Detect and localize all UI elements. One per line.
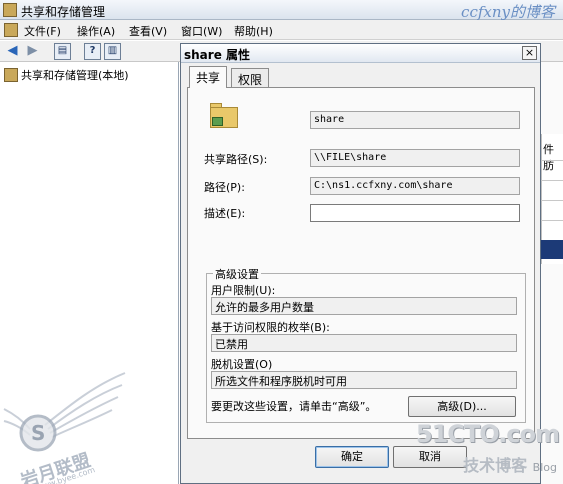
window-title: 共享和存储管理 [21, 5, 106, 19]
blog-label-cn: 技术博客 [463, 456, 528, 475]
menu-file[interactable]: 文件(F) [24, 23, 61, 39]
offline-value: 所选文件和程序脱机时可用 [211, 371, 517, 389]
app-icon [3, 3, 17, 17]
ok-button[interactable]: 确定 [315, 446, 389, 468]
results-row-divider [541, 220, 563, 221]
action-pane-icon[interactable]: ▥ [104, 43, 121, 60]
path-field: C:\ns1.ccfxny.com\share [310, 177, 520, 195]
results-row-divider [541, 180, 563, 181]
advanced-button[interactable]: 高级(D)... [408, 396, 516, 417]
share-name-field: share [310, 111, 520, 129]
path-label: 路径(P): [204, 181, 245, 194]
menu-bar: 文件(F) 操作(A) 查看(V) 窗口(W) 帮助(H) [0, 20, 563, 40]
offline-label: 脱机设置(O) [211, 358, 273, 371]
arrow-right-icon[interactable]: ▶ [24, 43, 41, 60]
arrow-left-icon[interactable]: ◀ [4, 43, 21, 60]
blog-label-en: Blog [532, 461, 557, 474]
abe-value: 已禁用 [211, 334, 517, 352]
menu-app-icon[interactable] [4, 23, 18, 37]
user-limit-label: 用户限制(U): [211, 284, 276, 297]
close-icon[interactable]: × [522, 46, 537, 60]
menu-window[interactable]: 窗口(W) [181, 23, 222, 39]
results-row-divider [541, 200, 563, 201]
shared-folder-icon [210, 103, 240, 129]
tab-permissions[interactable]: 权限 [231, 68, 270, 88]
results-column-header[interactable]: 件肪 [543, 141, 563, 173]
advanced-hint: 要更改这些设置，请单击“高级”。 [211, 400, 377, 413]
51cto-blog-text: 技术博客 Blog [463, 452, 557, 476]
console-tree-icon[interactable]: ▤ [54, 43, 71, 60]
dialog-title: share 属性 [184, 48, 251, 62]
results-row-selected[interactable] [541, 240, 563, 259]
abe-label: 基于访问权限的枚举(B): [211, 321, 330, 334]
share-tab-panel: share 共享路径(S): \\FILE\share 路径(P): C:\ns… [187, 87, 535, 439]
menu-help[interactable]: 帮助(H) [234, 23, 273, 39]
tab-share[interactable]: 共享 [189, 66, 228, 88]
help-icon[interactable]: ? [84, 43, 101, 60]
advanced-settings-title: 高级设置 [213, 266, 261, 282]
winged-logo-icon: S 岩月联盟 www.byee.com [3, 372, 126, 484]
51cto-logo-text: 51CTO.com [415, 420, 560, 448]
dialog-title-bar[interactable]: share 属性 × [181, 44, 540, 63]
user-limit-value: 允许的最多用户数量 [211, 297, 517, 315]
blog-watermark: ccfxny的博客 [461, 3, 555, 21]
description-label: 描述(E): [204, 207, 246, 220]
51cto-watermark: 51CTO.com 技术博客 Blog [416, 418, 563, 484]
results-row-divider [541, 160, 563, 161]
description-input[interactable] [310, 204, 520, 222]
share-path-label: 共享路径(S): [204, 153, 268, 166]
svg-text:S: S [31, 421, 45, 445]
share-path-field: \\FILE\share [310, 149, 520, 167]
main-title-bar[interactable]: 共享和存储管理 ccfxny的博客 [0, 0, 563, 21]
share-storage-icon [4, 68, 18, 82]
menu-view[interactable]: 查看(V) [129, 23, 167, 39]
advanced-settings-group: 高级设置 用户限制(U): 允许的最多用户数量 基于访问权限的枚举(B): 已禁… [206, 266, 526, 423]
tree-node-root[interactable]: 共享和存储管理(本地) [4, 67, 129, 83]
tree-node-label: 共享和存储管理(本地) [21, 69, 129, 82]
menu-action[interactable]: 操作(A) [77, 23, 115, 39]
byee-watermark-logo: S 岩月联盟 www.byee.com [0, 365, 140, 484]
